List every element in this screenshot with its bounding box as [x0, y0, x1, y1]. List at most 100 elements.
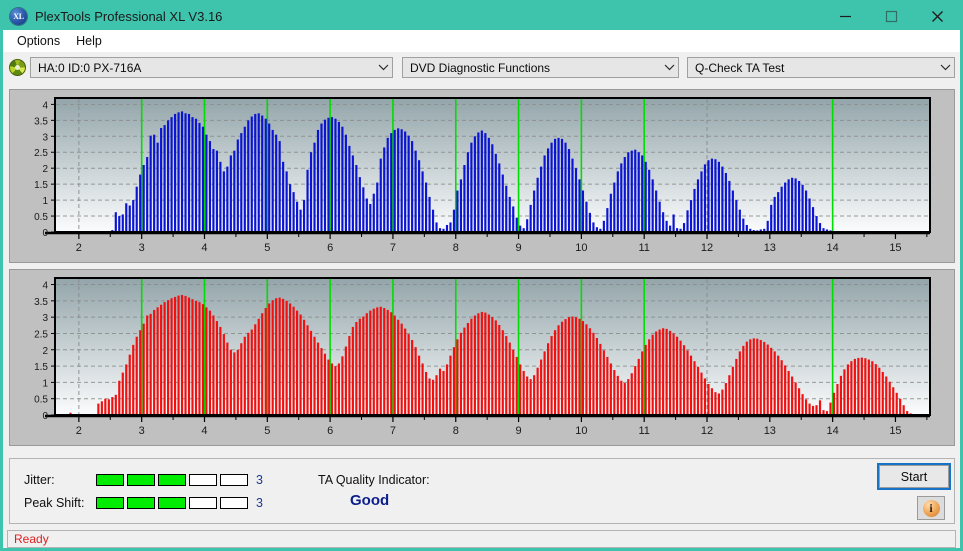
- data-bar: [536, 177, 539, 232]
- data-bar: [316, 342, 320, 415]
- data-bar: [296, 310, 299, 415]
- data-bar: [571, 316, 574, 415]
- data-bar: [533, 375, 536, 415]
- drive-select[interactable]: HA:0 ID:0 PX-716A: [30, 57, 393, 78]
- data-bar: [874, 364, 877, 415]
- data-bar: [407, 334, 410, 415]
- status-text: Ready: [14, 532, 49, 546]
- data-bar: [864, 358, 867, 415]
- data-bar: [662, 212, 665, 232]
- data-bar: [763, 341, 766, 415]
- data-bar: [804, 190, 808, 232]
- data-bar: [557, 325, 560, 415]
- data-bar: [735, 358, 738, 415]
- data-bar: [857, 357, 860, 415]
- data-bar: [602, 350, 605, 415]
- data-bar: [341, 126, 344, 232]
- x-tick-label: 3: [139, 425, 145, 437]
- data-bar: [815, 405, 818, 415]
- data-bar: [818, 400, 822, 415]
- data-bar: [787, 370, 790, 415]
- data-bar: [717, 161, 720, 232]
- data-bar: [815, 216, 818, 232]
- data-bar: [257, 113, 260, 232]
- data-bar: [411, 339, 414, 415]
- data-bar: [662, 328, 665, 415]
- data-bar: [791, 376, 794, 415]
- data-bar: [456, 190, 459, 232]
- function-select[interactable]: DVD Diagnostic Functions: [402, 57, 679, 78]
- data-bar: [282, 161, 285, 232]
- data-bar: [574, 168, 578, 232]
- menu-item-options[interactable]: Options: [9, 32, 68, 50]
- start-button[interactable]: Start: [877, 463, 951, 490]
- data-bar: [285, 300, 288, 415]
- data-bar: [257, 318, 260, 415]
- menu-item-help[interactable]: Help: [68, 32, 110, 50]
- data-bar: [567, 149, 571, 232]
- data-bar: [791, 177, 794, 232]
- data-bar: [501, 174, 504, 232]
- data-bar: [484, 133, 487, 232]
- test-select[interactable]: Q-Check TA Test: [687, 57, 955, 78]
- data-bar: [707, 384, 710, 415]
- data-bar: [337, 363, 341, 415]
- ta-quality-value: Good: [350, 492, 390, 509]
- data-bar: [742, 345, 745, 415]
- data-bar: [452, 209, 456, 232]
- data-bar: [710, 158, 714, 232]
- data-bar: [313, 336, 316, 415]
- data-bar: [247, 332, 250, 415]
- data-bar: [445, 224, 449, 232]
- data-bar: [735, 200, 738, 232]
- x-tick-label: 8: [453, 242, 459, 254]
- app-logo-icon: XL: [10, 8, 27, 25]
- test-select-value: Q-Check TA Test: [695, 60, 785, 75]
- data-bar: [139, 174, 142, 232]
- data-bar: [327, 359, 330, 415]
- data-bar: [320, 348, 323, 415]
- data-bar: [466, 152, 469, 232]
- data-bar: [773, 351, 776, 415]
- peak-shift-gauge: [96, 497, 248, 509]
- data-bar: [780, 360, 783, 415]
- data-bar: [498, 163, 501, 232]
- data-bar: [836, 384, 839, 415]
- data-bar: [268, 303, 271, 415]
- x-tick-label: 10: [575, 242, 587, 254]
- data-bar: [609, 193, 612, 232]
- minimize-icon[interactable]: [822, 3, 868, 30]
- data-bar: [268, 123, 271, 232]
- data-bar: [383, 308, 386, 415]
- data-bar: [431, 209, 435, 232]
- data-bar: [519, 364, 522, 415]
- peak-shift-value: 3: [256, 496, 263, 510]
- data-bar: [811, 207, 815, 232]
- data-bar: [655, 190, 658, 232]
- y-tick-label: 0.5: [34, 212, 48, 223]
- data-bar: [121, 214, 124, 232]
- jitter-chart-plot: 0 0.5 1 1.5 2 2.5 3 3.5 4 2 3 4 5 6 7 8 9 10 11 12 13 14 15: [10, 90, 954, 262]
- close-icon[interactable]: [914, 3, 960, 30]
- toolbar: HA:0 ID:0 PX-716A DVD Diagnostic Functio…: [3, 52, 960, 85]
- data-bar: [215, 321, 218, 415]
- data-bar: [309, 152, 313, 232]
- data-bar: [669, 330, 672, 415]
- chevron-down-icon: [374, 64, 392, 71]
- data-bar: [118, 380, 121, 415]
- data-bar: [369, 310, 372, 415]
- data-bar: [306, 169, 309, 232]
- y-tick-label: 1: [42, 378, 48, 389]
- data-bar: [679, 340, 682, 415]
- x-tick-label: 12: [701, 425, 713, 437]
- data-bar: [470, 318, 473, 415]
- data-bar: [452, 347, 456, 415]
- data-bar: [323, 119, 327, 232]
- data-bar: [250, 329, 253, 415]
- data-bar: [459, 179, 463, 232]
- data-bar: [236, 139, 239, 232]
- data-bar: [240, 133, 243, 232]
- data-bar: [745, 341, 748, 415]
- info-button[interactable]: i: [917, 496, 945, 520]
- maximize-icon[interactable]: [868, 3, 914, 30]
